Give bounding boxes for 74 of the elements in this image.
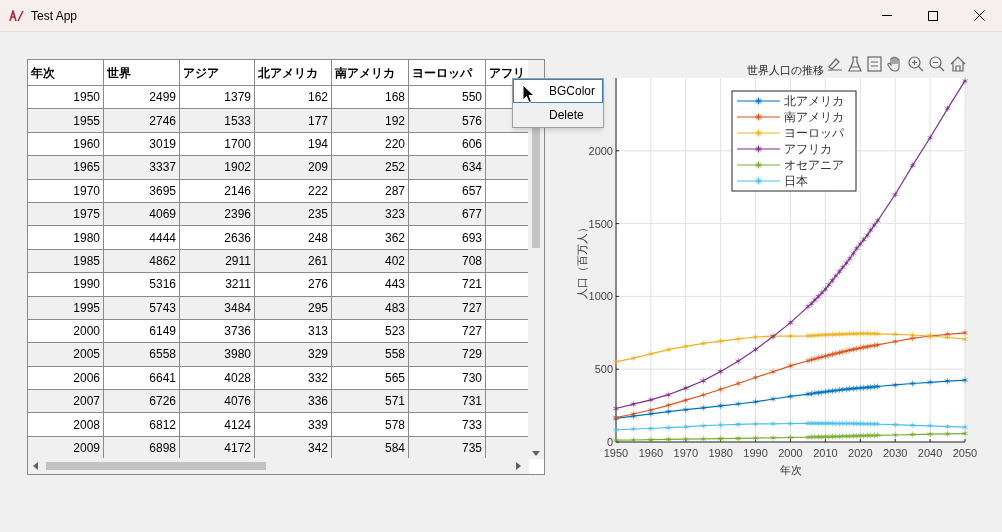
x-tick-label: 1980: [708, 447, 733, 459]
x-tick-label: 2010: [813, 447, 838, 459]
x-tick-label: 1960: [638, 447, 664, 459]
legend-label: オセアニア: [784, 158, 844, 172]
y-tick-label: 0: [606, 436, 613, 448]
table-cell: 721: [409, 273, 486, 297]
y-tick-label: 1500: [588, 217, 613, 230]
table-cell: 4444: [104, 226, 180, 250]
window-title: Test App: [31, 7, 78, 25]
legend-label: 日本: [784, 174, 808, 188]
table-cell: 3695: [104, 179, 180, 203]
table-cell: 3980: [180, 343, 255, 367]
table-cell: 3337: [104, 156, 180, 180]
table-cell: 276: [255, 273, 332, 297]
legend-label: 南アメリカ: [784, 110, 844, 124]
x-tick-label: 1990: [743, 447, 768, 459]
x-tick-label: 2000: [778, 447, 803, 459]
x-tick-label: 2040: [917, 447, 943, 459]
table-cell: 1902: [180, 156, 255, 180]
table-cell: 657: [409, 179, 486, 203]
table-cell: 1533: [180, 109, 255, 133]
x-tick-label: 2020: [848, 447, 873, 459]
table-cell: 3484: [180, 296, 255, 320]
x-tick-label: 2030: [882, 447, 908, 459]
table-cell: 295: [255, 296, 332, 320]
x-tick-label: 2050: [952, 447, 978, 459]
legend-label: 北アメリカ: [784, 94, 844, 108]
table-cell: 362: [332, 226, 409, 250]
y-tick-label: 1000: [588, 290, 613, 303]
table-cell: 4124: [180, 413, 255, 437]
table-cell: 483: [332, 296, 409, 320]
table-cell: 5316: [104, 273, 180, 297]
table-cell: 222: [255, 179, 332, 203]
y-tick-label: 500: [594, 363, 613, 376]
table-cell: 1970: [28, 179, 104, 203]
table-cell: 339: [255, 413, 332, 437]
table-cell: 578: [332, 413, 409, 437]
table-cell: 3211: [180, 273, 255, 297]
table-cell: 2008: [28, 413, 104, 437]
x-tick-label: 1970: [673, 447, 699, 459]
legend-label: アフリカ: [784, 142, 832, 156]
table-cell: 329: [255, 343, 332, 367]
table-cell: 177: [255, 109, 332, 133]
table-cell: 1980: [28, 226, 104, 250]
legend-label: ヨーロッパ: [784, 126, 844, 140]
table-cell: 2005: [28, 343, 104, 367]
x-tick-label: 1950: [603, 447, 629, 459]
table-cell: 729: [409, 343, 486, 367]
table-cell: 1955: [28, 109, 104, 133]
table-cell: 733: [409, 413, 486, 437]
table-cell: 1995: [28, 296, 104, 320]
table-cell: 634: [409, 156, 486, 180]
y-axis-label: 人口（百万人）: [576, 221, 588, 299]
table-cell: 727: [409, 296, 486, 320]
table-cell: 287: [332, 179, 409, 203]
table-cell: 1990: [28, 273, 104, 297]
table-cell: 252: [332, 156, 409, 180]
table-cell: 209: [255, 156, 332, 180]
table-cell: 443: [332, 273, 409, 297]
table-cell: 2146: [180, 179, 255, 203]
table-cell: 6812: [104, 413, 180, 437]
y-tick-label: 2000: [588, 144, 613, 157]
chart-title: 世界人口の推移: [747, 64, 824, 76]
x-axis-label: 年次: [779, 464, 802, 476]
table-cell: 2636: [180, 226, 255, 250]
table-cell: 2746: [104, 109, 180, 133]
table-cell: 192: [332, 109, 409, 133]
table-cell: 5743: [104, 296, 180, 320]
table-cell: 558: [332, 343, 409, 367]
table-cell: 6558: [104, 343, 180, 367]
table-cell: 693: [409, 226, 486, 250]
table-cell: 248: [255, 226, 332, 250]
table-cell: 576: [409, 109, 486, 133]
table-cell: 1965: [28, 156, 104, 180]
